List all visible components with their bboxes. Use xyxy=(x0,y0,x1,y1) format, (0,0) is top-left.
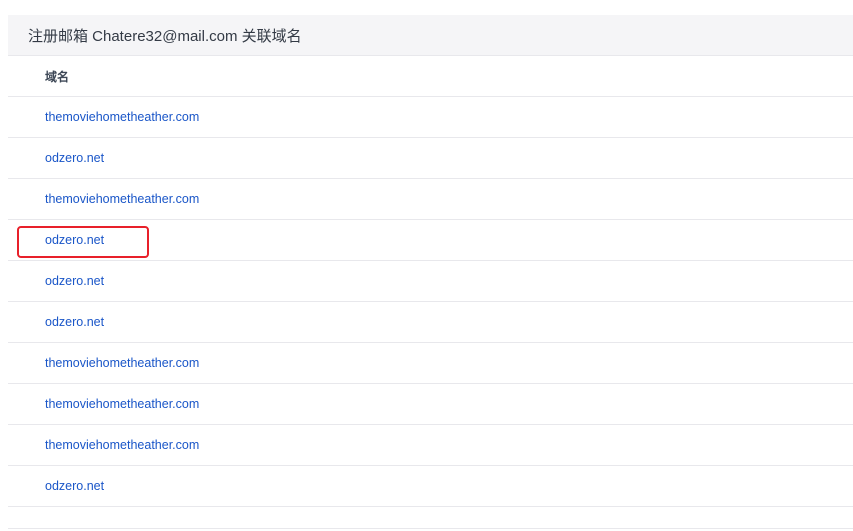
table-row: themoviehometheather.com xyxy=(8,179,853,220)
domain-link[interactable]: odzero.net xyxy=(45,274,104,288)
domain-link[interactable]: odzero.net xyxy=(45,233,104,247)
column-header-domain: 域名 xyxy=(8,56,853,97)
domain-link[interactable]: themoviehometheather.com xyxy=(45,438,199,452)
domain-link[interactable]: themoviehometheather.com xyxy=(45,356,199,370)
domain-link[interactable]: themoviehometheather.com xyxy=(45,192,199,206)
table-row: odzero.net xyxy=(8,302,853,343)
associated-domains-panel: 注册邮箱 Chatere32@mail.com 关联域名 域名 themovie… xyxy=(8,15,853,531)
table-row: themoviehometheather.com xyxy=(8,343,853,384)
domain-link[interactable]: odzero.net xyxy=(45,151,104,165)
domain-link[interactable]: themoviehometheather.com xyxy=(45,110,199,124)
table-row: themoviehometheather.com xyxy=(8,384,853,425)
panel-title: 注册邮箱 Chatere32@mail.com 关联域名 xyxy=(8,15,853,56)
table-row: odzero.net xyxy=(8,138,853,179)
domains-table: 域名 themoviehometheather.com odzero.net t… xyxy=(8,56,853,507)
table-row: odzero.net xyxy=(8,466,853,507)
domain-link[interactable]: odzero.net xyxy=(45,315,104,329)
domain-link[interactable]: themoviehometheather.com xyxy=(45,397,199,411)
domain-link[interactable]: odzero.net xyxy=(45,479,104,493)
table-row: themoviehometheather.com xyxy=(8,425,853,466)
table-row: odzero.net xyxy=(8,261,853,302)
table-row-highlighted: odzero.net xyxy=(8,220,853,261)
table-row: themoviehometheather.com xyxy=(8,97,853,138)
